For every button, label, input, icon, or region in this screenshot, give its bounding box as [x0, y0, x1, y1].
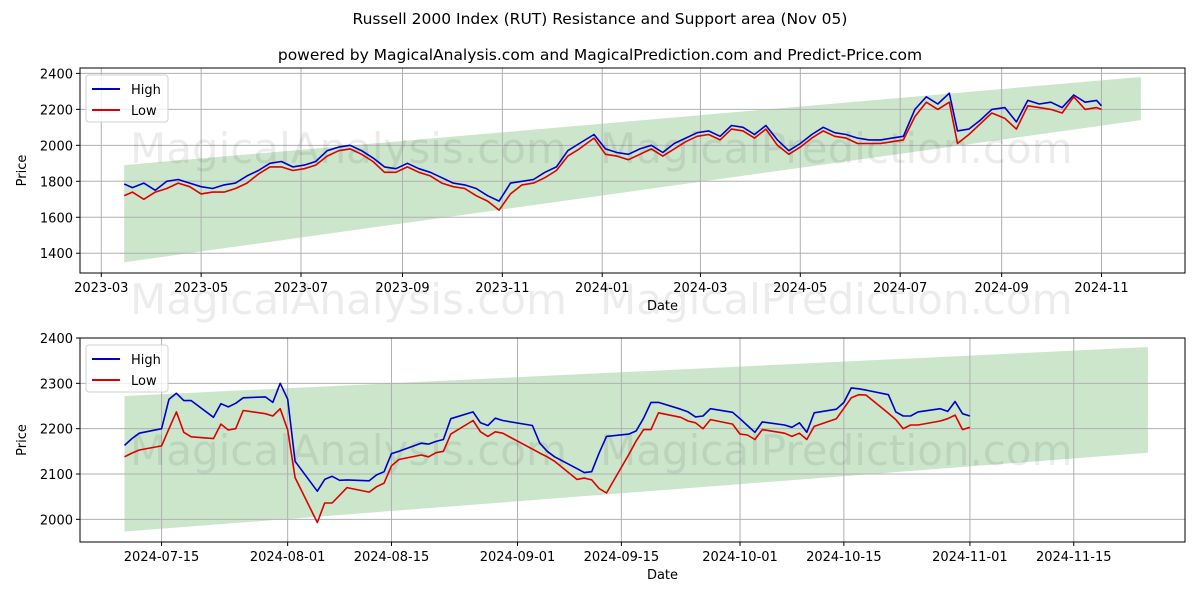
chart-panel-1: 2023-03 2023-05 2023-07 2023-09 2023-11 2024-… [15, 67, 1186, 324]
x-tick-label: 2023-03 [74, 281, 128, 296]
y-tick-label: 2400 [40, 67, 73, 82]
y-axis-label: Price [15, 155, 30, 187]
y-tick-label: 2200 [40, 423, 73, 438]
x-tick-label: 2024-11-01 [932, 550, 1008, 565]
x-axis-label: Date [647, 299, 678, 314]
legend: High Low [85, 74, 169, 123]
chart-panel-2: 2024-07-15 2024-08-01 2024-08-15 2024-09-01… [15, 332, 1186, 583]
y-tick-label: 2000 [40, 513, 73, 528]
x-tick-label: 2024-09-01 [480, 550, 556, 565]
y-tick-label: 1800 [40, 175, 73, 190]
y-tick-label: 2400 [40, 332, 73, 347]
x-tick-label: 2024-11-15 [1036, 550, 1112, 565]
watermark: MagicalPrediction.com [600, 426, 1073, 475]
x-tick-label: 2024-08-01 [250, 550, 326, 565]
x-tick-label: 2024-07-15 [124, 550, 200, 565]
legend-label-high: High [131, 353, 161, 368]
legend-label-high: High [131, 83, 161, 98]
x-tick-label: 2024-10-15 [806, 550, 882, 565]
watermark: MagicalPrediction.com [600, 124, 1073, 173]
y-tick-label: 1600 [40, 211, 73, 226]
y-tick-label: 2100 [40, 468, 73, 483]
x-tick-label: 2024-11 [1074, 281, 1128, 296]
x-tick-label: 2024-10-01 [702, 550, 778, 565]
y-tick-label: 1400 [40, 247, 73, 262]
y-tick-label: 2000 [40, 139, 73, 154]
charts-canvas: 2023-03 2023-05 2023-07 2023-09 2023-11 2024-… [15, 67, 1186, 583]
x-axis-label: Date [647, 568, 678, 583]
y-tick-label: 2200 [40, 103, 73, 118]
y-tick-label: 2300 [40, 377, 73, 392]
legend-label-low: Low [131, 374, 157, 389]
legend-label-low: Low [131, 104, 157, 119]
x-tick-label: 2024-09-15 [584, 550, 660, 565]
watermark: MagicalAnalysis.com [130, 275, 567, 324]
y-axis-label: Price [15, 424, 30, 456]
x-tick-label: 2024-08-15 [354, 550, 430, 565]
legend: High Low [85, 344, 169, 393]
